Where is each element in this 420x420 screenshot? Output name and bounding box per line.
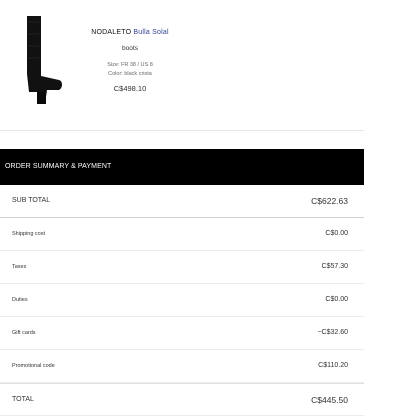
summary-rows: SUB TOTAL C$622.63 Shipping cost C$0.00 … <box>0 185 364 416</box>
duties-value: C$0.00 <box>325 296 348 303</box>
total-row: TOTAL C$445.50 <box>0 383 364 416</box>
product-model[interactable]: Bulla Solal <box>133 29 168 36</box>
gift-cards-row: Gift cards −C$32.60 <box>0 317 364 350</box>
shipping-row: Shipping cost C$0.00 <box>0 218 364 251</box>
total-value: C$445.50 <box>311 395 348 405</box>
duties-label: Duties <box>12 297 28 303</box>
duties-row: Duties C$0.00 <box>0 284 364 317</box>
total-label: TOTAL <box>12 396 34 403</box>
subtotal-row: SUB TOTAL C$622.63 <box>0 185 364 218</box>
product-card: NODALETO Bulla Solal boots Size: FR 38 /… <box>0 0 364 131</box>
product-size: Size: FR 38 / US 8 <box>107 62 153 68</box>
order-summary-page: NODALETO Bulla Solal boots Size: FR 38 /… <box>0 0 364 420</box>
product-image[interactable] <box>17 14 67 106</box>
taxes-value: C$57.30 <box>321 263 348 270</box>
shipping-value: C$0.00 <box>325 230 348 237</box>
product-info: NODALETO Bulla Solal boots Size: FR 38 /… <box>84 27 176 93</box>
summary-title: ORDER SUMMARY & PAYMENT <box>0 149 364 185</box>
promo-code-value: C$110.20 <box>318 362 348 369</box>
product-type: boots <box>122 45 138 52</box>
taxes-label: Taxes <box>12 264 27 270</box>
gift-cards-value: −C$32.60 <box>317 329 348 336</box>
product-brand[interactable]: NODALETO <box>91 29 131 36</box>
subtotal-value: C$622.63 <box>311 196 348 206</box>
product-name[interactable]: NODALETO Bulla Solal <box>84 27 176 39</box>
product-price: C$498.10 <box>113 84 147 93</box>
product-color: Color: black crista <box>108 71 152 77</box>
taxes-row: Taxes C$57.30 <box>0 251 364 284</box>
shipping-label: Shipping cost <box>12 231 46 237</box>
subtotal-label: SUB TOTAL <box>12 197 51 204</box>
gift-cards-label: Gift cards <box>12 330 36 336</box>
promo-code-label: Promotional code <box>12 363 55 369</box>
boot-heel <box>37 92 46 104</box>
boot-shape <box>27 16 62 104</box>
promo-code-row: Promotional code C$110.20 <box>0 350 364 383</box>
